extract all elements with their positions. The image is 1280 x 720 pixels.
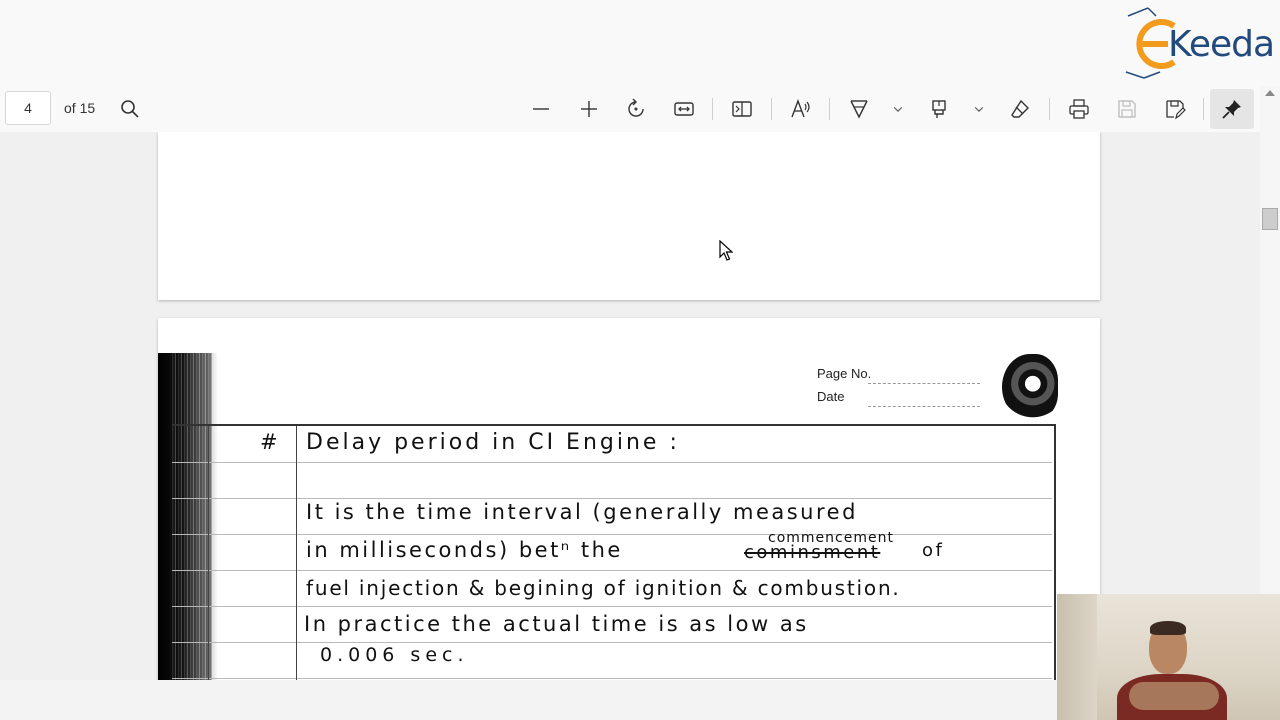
page-no-line	[868, 383, 980, 384]
toolbar-divider	[1203, 98, 1204, 120]
pdf-page-previous	[158, 132, 1100, 300]
highlight-options-button[interactable]	[967, 94, 991, 124]
draw-options-button[interactable]	[886, 94, 910, 124]
highlight-button[interactable]	[924, 94, 954, 124]
toolbar-divider	[771, 98, 772, 120]
toolbar-divider	[829, 98, 830, 120]
struck-word: cominsment	[744, 542, 881, 563]
date-label: Date	[817, 389, 845, 404]
presenter-webcam	[1057, 594, 1280, 720]
ruled-line	[172, 570, 1052, 571]
page-view-button[interactable]	[727, 94, 757, 124]
zoom-out-icon	[533, 108, 549, 110]
presenter-hair	[1150, 621, 1186, 635]
ekeeda-logo: Keeda	[1122, 2, 1275, 82]
fit-width-button[interactable]	[669, 94, 699, 124]
draw-button[interactable]	[844, 94, 874, 124]
ruled-line	[172, 534, 1052, 535]
date-line	[868, 406, 980, 407]
top-band: Keeda	[0, 0, 1280, 86]
read-aloud-button[interactable]	[786, 94, 816, 124]
logo-text: Keeda	[1168, 24, 1275, 65]
scroll-up-icon[interactable]	[1265, 90, 1275, 96]
page-count-label: of 15	[64, 100, 96, 116]
eraser-button[interactable]	[1005, 94, 1035, 124]
page-no-label: Page No.	[817, 366, 872, 381]
eraser-icon	[1011, 99, 1029, 118]
scrollbar-thumb[interactable]	[1262, 208, 1278, 230]
chevron-down-icon	[893, 106, 903, 112]
rotate-button[interactable]	[621, 94, 651, 124]
ruled-line	[172, 498, 1052, 499]
margin-line	[208, 426, 209, 680]
page-view-icon	[732, 101, 752, 117]
notebook-emblem	[1002, 354, 1058, 420]
print-icon	[1069, 99, 1089, 119]
heading-hash: #	[260, 430, 281, 454]
print-button[interactable]	[1064, 94, 1094, 124]
highlight-icon	[932, 100, 946, 118]
save-as-button[interactable]	[1160, 94, 1190, 124]
fit-width-icon	[674, 102, 694, 116]
pin-icon	[1222, 100, 1241, 119]
toolbar-divider	[712, 98, 713, 120]
zoom-in-icon	[581, 101, 597, 117]
note-line-2: in milliseconds) betⁿ the	[306, 538, 623, 562]
zoom-in-button[interactable]	[574, 94, 604, 124]
margin-line	[296, 426, 297, 680]
chevron-down-icon	[974, 106, 984, 112]
pdf-page-current: Page No. Date # Delay period in CI Engin…	[158, 318, 1100, 680]
note-line-3: fuel injection & begining of ignition & …	[306, 576, 901, 600]
notebook-heading: Delay period in CI Engine :	[306, 430, 680, 455]
rotate-icon	[628, 98, 644, 117]
presenter-arms	[1129, 682, 1219, 710]
draw-icon	[850, 100, 868, 119]
ruled-line	[172, 678, 1052, 679]
ruled-line	[172, 462, 1052, 463]
struck-word-suffix: of	[922, 540, 945, 561]
ruled-line	[172, 642, 1052, 643]
save-icon	[1118, 100, 1136, 118]
note-line-1: It is the time interval (generally measu…	[306, 500, 858, 524]
note-line-5: 0.006 sec.	[320, 644, 469, 666]
search-button[interactable]	[115, 94, 145, 124]
ruled-line	[172, 606, 1052, 607]
search-icon	[121, 100, 139, 118]
note-line-4: In practice the actual time is as low as	[304, 612, 809, 636]
page-number-input[interactable]	[5, 91, 51, 125]
read-aloud-icon	[791, 99, 810, 118]
save-as-icon	[1166, 100, 1186, 120]
pdf-toolbar: of 15	[0, 86, 1260, 133]
zoom-out-button[interactable]	[526, 94, 556, 124]
toolbar-divider	[1049, 98, 1050, 120]
save-button[interactable]	[1112, 94, 1142, 124]
mouse-cursor-icon	[719, 240, 733, 261]
pin-toolbar-button[interactable]	[1210, 89, 1254, 129]
vertical-scrollbar[interactable]	[1260, 86, 1280, 680]
webcam-background	[1057, 594, 1097, 720]
